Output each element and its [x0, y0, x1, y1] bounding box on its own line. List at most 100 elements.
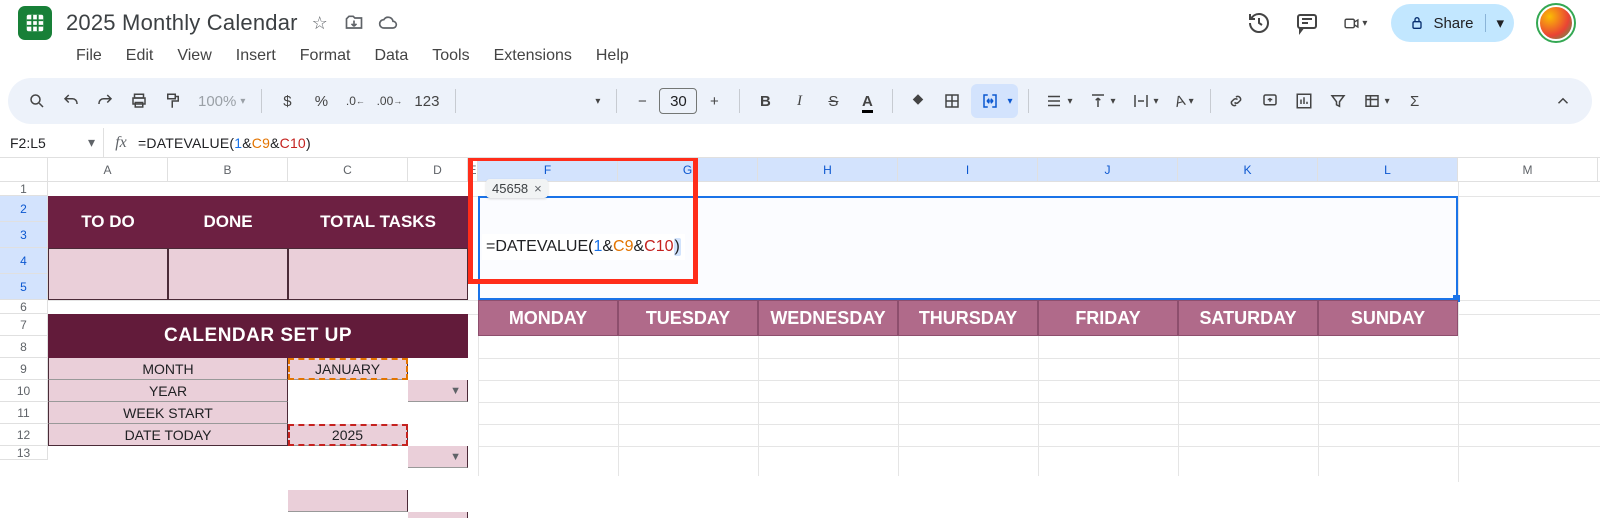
merge-dropdown-icon[interactable]: ▾ — [1005, 96, 1014, 107]
decrease-decimal-icon[interactable]: .0← — [340, 86, 370, 116]
text-rotation-icon[interactable]: A▾ — [1169, 86, 1200, 116]
borders-icon[interactable] — [937, 86, 967, 116]
menu-extensions[interactable]: Extensions — [484, 43, 582, 69]
col-header-I[interactable]: I — [898, 158, 1038, 181]
menu-data[interactable]: Data — [364, 43, 418, 69]
format-currency-icon[interactable]: $ — [272, 86, 302, 116]
insert-comment-icon[interactable] — [1255, 86, 1285, 116]
col-header-C[interactable]: C — [288, 158, 408, 181]
chevron-down-icon[interactable]: ▼ — [450, 451, 461, 463]
font-size-decrease-icon[interactable]: − — [627, 86, 657, 116]
star-icon[interactable]: ☆ — [310, 13, 330, 33]
menu-file[interactable]: File — [66, 43, 112, 69]
cell-year-value[interactable]: 2025 — [288, 424, 408, 446]
insert-link-icon[interactable] — [1221, 86, 1251, 116]
row-header-10[interactable]: 10 — [0, 380, 48, 402]
share-button[interactable]: Share ▾ — [1391, 4, 1514, 42]
cell-weekstart-dd[interactable]: ▼ — [408, 512, 468, 518]
row-header-4[interactable]: 4 — [0, 248, 48, 274]
row-header-2[interactable]: 2 — [0, 196, 48, 222]
row-header-3[interactable]: 3 — [0, 222, 48, 248]
cell-month-value[interactable]: JANUARY — [288, 358, 408, 380]
close-icon[interactable]: × — [534, 181, 542, 196]
chevron-down-icon[interactable]: ▼ — [450, 385, 461, 397]
font-dropdown[interactable]: ▾ — [466, 86, 606, 116]
cell-total-tasks-value[interactable] — [288, 248, 468, 300]
account-avatar[interactable] — [1538, 5, 1574, 41]
fill-color-icon[interactable] — [903, 86, 933, 116]
move-icon[interactable] — [344, 13, 364, 33]
zoom-dropdown[interactable]: 100%▾ — [192, 86, 251, 116]
menu-edit[interactable]: Edit — [116, 43, 164, 69]
vertical-align-icon[interactable]: ▾ — [1083, 86, 1122, 116]
print-icon[interactable] — [124, 86, 154, 116]
filter-icon[interactable] — [1323, 86, 1353, 116]
row-header-6[interactable]: 6 — [0, 300, 48, 314]
col-header-G[interactable]: G — [618, 158, 758, 181]
italic-icon[interactable]: I — [784, 86, 814, 116]
text-wrap-icon[interactable]: ▾ — [1126, 86, 1165, 116]
cell-year-dd[interactable]: ▼ — [408, 446, 468, 468]
name-box-dropdown-icon[interactable]: ▾ — [88, 134, 95, 151]
redo-icon[interactable] — [90, 86, 120, 116]
cell-weekday-thu: THURSDAY — [898, 300, 1038, 336]
row-header-1[interactable]: 1 — [0, 182, 48, 196]
increase-decimal-icon[interactable]: .00→ — [374, 86, 404, 116]
document-title[interactable]: 2025 Monthly Calendar — [66, 10, 298, 36]
horizontal-align-icon[interactable]: ▾ — [1039, 86, 1078, 116]
format-percent-icon[interactable]: % — [306, 86, 336, 116]
menu-format[interactable]: Format — [290, 43, 361, 69]
row-header-5[interactable]: 5 — [0, 274, 48, 300]
col-header-D[interactable]: D — [408, 158, 468, 181]
merge-cells-icon[interactable] — [975, 86, 1005, 116]
search-menus-icon[interactable] — [22, 86, 52, 116]
more-formats-dropdown[interactable]: 123 — [408, 86, 445, 116]
col-header-M[interactable]: M — [1458, 158, 1598, 181]
row-header-9[interactable]: 9 — [0, 358, 48, 380]
col-header-L[interactable]: L — [1318, 158, 1458, 181]
share-dropdown-icon[interactable]: ▾ — [1485, 14, 1504, 32]
cell-year-label: YEAR — [48, 380, 288, 402]
cell-todo-value[interactable] — [48, 248, 168, 300]
row-header-11[interactable]: 11 — [0, 402, 48, 424]
row-header-12[interactable]: 12 — [0, 424, 48, 446]
table-view-icon[interactable]: ▾ — [1357, 86, 1396, 116]
formula-bar[interactable]: =DATEVALUE(1&C9&C10) — [138, 133, 311, 152]
comments-icon[interactable] — [1295, 11, 1319, 35]
cell-weekday-wed: WEDNESDAY — [758, 300, 898, 336]
collapse-toolbar-icon[interactable] — [1548, 86, 1578, 116]
font-size-input[interactable]: 30 — [659, 88, 697, 114]
paint-format-icon[interactable] — [158, 86, 188, 116]
cell-editor[interactable]: =DATEVALUE(1&C9&C10) — [482, 234, 685, 260]
row-header-8[interactable]: 8 — [0, 336, 48, 358]
strikethrough-icon[interactable]: S — [818, 86, 848, 116]
col-header-F[interactable]: F — [478, 158, 618, 181]
col-header-K[interactable]: K — [1178, 158, 1318, 181]
cloud-status-icon[interactable] — [378, 13, 398, 33]
col-header-A[interactable]: A — [48, 158, 168, 181]
col-header-E[interactable]: E — [468, 158, 478, 181]
col-header-J[interactable]: J — [1038, 158, 1178, 181]
insert-chart-icon[interactable] — [1289, 86, 1319, 116]
sheets-app-icon[interactable] — [18, 6, 52, 40]
col-header-B[interactable]: B — [168, 158, 288, 181]
undo-icon[interactable] — [56, 86, 86, 116]
functions-icon[interactable]: Σ — [1400, 86, 1430, 116]
menu-view[interactable]: View — [167, 43, 221, 69]
font-size-increase-icon[interactable]: + — [699, 86, 729, 116]
select-all-corner[interactable] — [0, 158, 48, 181]
bold-icon[interactable]: B — [750, 86, 780, 116]
col-header-H[interactable]: H — [758, 158, 898, 181]
meet-icon[interactable]: ▾ — [1343, 11, 1367, 35]
history-icon[interactable] — [1247, 11, 1271, 35]
cell-done-value[interactable] — [168, 248, 288, 300]
name-box[interactable]: F2:L5 ▾ — [0, 128, 104, 157]
menu-tools[interactable]: Tools — [422, 43, 479, 69]
cell-month-dd[interactable]: ▼ — [408, 380, 468, 402]
row-header-13[interactable]: 13 — [0, 446, 48, 460]
text-color-icon[interactable]: A — [852, 86, 882, 116]
row-header-7[interactable]: 7 — [0, 314, 48, 336]
menu-help[interactable]: Help — [586, 43, 639, 69]
spreadsheet-grid[interactable]: A B C D E F G H I J K L M 1 2 3 4 5 6 7 … — [0, 158, 1600, 518]
menu-insert[interactable]: Insert — [226, 43, 286, 69]
